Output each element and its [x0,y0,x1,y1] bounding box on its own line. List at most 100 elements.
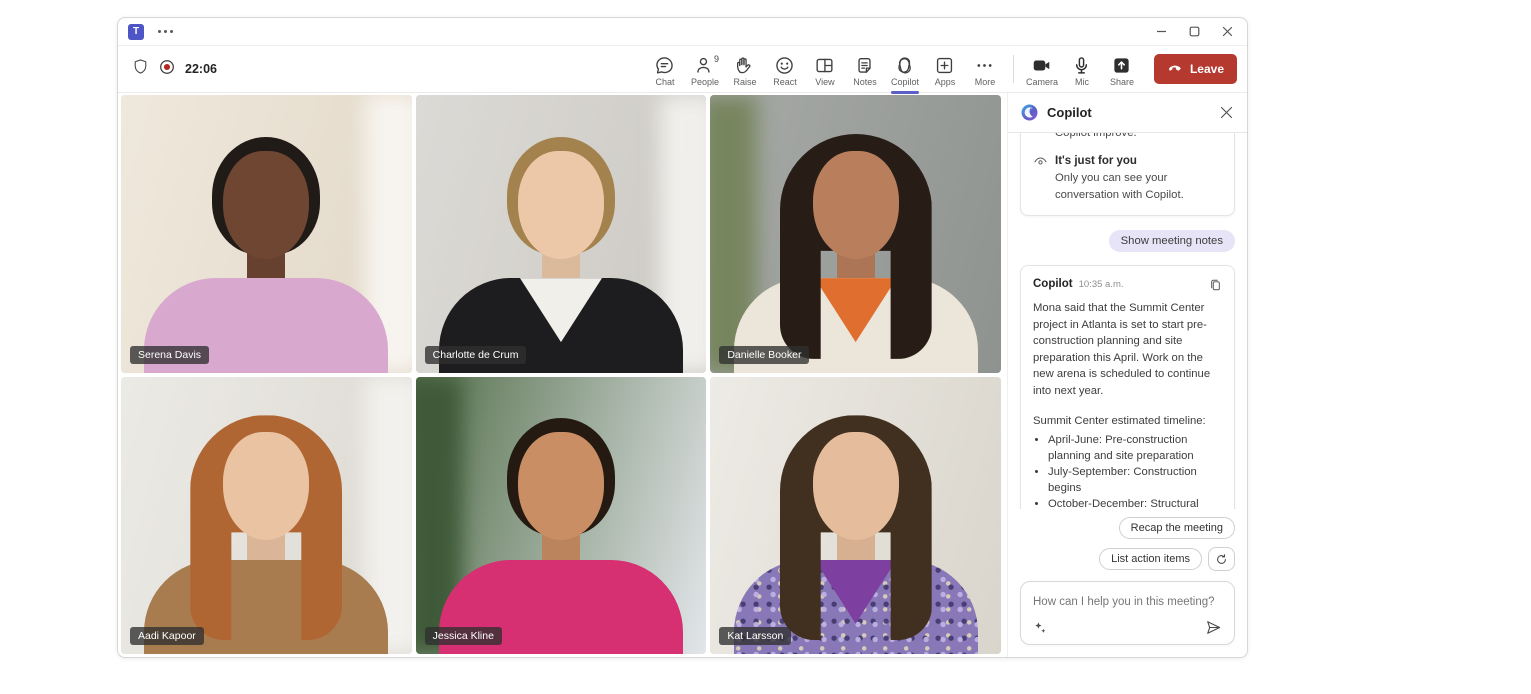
copilot-close-icon[interactable] [1220,106,1233,119]
video-tile-kat[interactable]: Kat Larsson [710,377,1001,655]
copilot-button[interactable]: Copilot [885,52,925,87]
recording-icon [158,58,176,81]
device-controls: Camera Mic Share [1022,52,1142,87]
copy-icon[interactable] [1209,278,1222,292]
participant-name-label: Charlotte de Crum [425,346,527,364]
chat-label: Chat [655,77,674,87]
person-head [518,432,604,540]
close-button[interactable] [1222,26,1233,37]
mic-button[interactable]: Mic [1062,52,1102,87]
suggestion-list-actions-button[interactable]: List action items [1099,548,1202,570]
more-label: More [975,77,996,87]
view-button[interactable]: View [805,52,845,87]
copilot-active-indicator [891,91,919,94]
copilot-panel: Copilot Copilot improve. It's just for y… [1007,93,1247,657]
apps-label: Apps [935,77,956,87]
minimize-button[interactable] [1156,26,1167,37]
refresh-suggestions-button[interactable] [1208,547,1235,571]
teams-meeting-window: 22:06 Chat 9 People Raise Re [117,17,1248,658]
copilot-panel-title: Copilot [1047,105,1092,120]
bullet-item: July-September: Construction begins [1048,464,1222,496]
person-head [518,151,604,259]
share-button[interactable]: Share [1102,52,1142,87]
video-tile-serena[interactable]: Serena Davis [121,95,412,373]
participant-figure [710,95,1001,373]
user-message-bubble: Show meeting notes [1109,230,1235,252]
video-tile-jessica[interactable]: Jessica Kline [416,377,707,655]
response-paragraph: Mona said that the Summit Center project… [1033,300,1222,399]
copilot-thread: Copilot improve. It's just for you Only … [1008,133,1247,509]
titlebar [118,18,1247,46]
response-timeline-heading: Summit Center estimated timeline: [1033,413,1222,429]
participant-name-label: Kat Larsson [719,627,791,645]
participant-name-label: Danielle Booker [719,346,809,364]
participant-figure [121,95,412,373]
suggestion-area: Recap the meeting List action items [1008,509,1247,577]
send-icon[interactable] [1205,619,1222,636]
react-button[interactable]: React [765,52,805,87]
share-label: Share [1110,77,1134,87]
video-grid: Serena Davis Charlotte de Crum [118,93,1007,657]
copilot-label: Copilot [891,77,919,87]
video-tile-charlotte[interactable]: Charlotte de Crum [416,95,707,373]
response-timestamp: 10:35 a.m. [1079,279,1124,290]
person-head [223,151,309,259]
participant-name-label: Serena Davis [130,346,209,364]
person-inner-shirt [520,278,602,342]
eye-icon [1033,153,1048,203]
privacy-body: Only you can see your conversation with … [1055,170,1222,203]
leave-button[interactable]: Leave [1154,54,1237,84]
participant-figure [710,377,1001,655]
copilot-panel-header: Copilot [1008,93,1247,133]
screenshot-canvas: 22:06 Chat 9 People Raise Re [0,0,1531,694]
notes-button[interactable]: Notes [845,52,885,87]
people-count-badge: 9 [714,54,719,64]
person-inner-shirt [815,560,897,624]
mic-label: Mic [1075,77,1089,87]
raise-label: Raise [733,77,756,87]
participant-figure [416,95,707,373]
meeting-status: 22:06 [132,58,217,81]
raise-hand-button[interactable]: Raise [725,52,765,87]
react-label: React [773,77,797,87]
maximize-button[interactable] [1189,26,1200,37]
video-tile-aadi[interactable]: Aadi Kapoor [121,377,412,655]
copilot-logo-icon [1020,103,1039,122]
person-head [813,151,899,259]
apps-button[interactable]: Apps [925,52,965,87]
teams-logo-icon [128,24,144,40]
camera-button[interactable]: Camera [1022,52,1062,87]
camera-label: Camera [1026,77,1058,87]
response-author: Copilot [1033,278,1073,290]
person-head [223,432,309,540]
notes-label: Notes [853,77,877,87]
participant-name-label: Jessica Kline [425,627,502,645]
meeting-toolbar: 22:06 Chat 9 People Raise Re [118,46,1247,93]
person-head [813,432,899,540]
video-tile-danielle[interactable]: Danielle Booker [710,95,1001,373]
bullet-item: April-June: Pre-construction planning an… [1048,432,1222,464]
prompts-sparkle-icon[interactable] [1033,620,1048,635]
copilot-input[interactable] [1033,596,1222,608]
toolbar-divider [1013,55,1014,83]
chat-button[interactable]: Chat [645,52,685,87]
people-button[interactable]: 9 People [685,52,725,87]
window-controls [1156,26,1233,37]
meeting-timer: 22:06 [185,62,217,76]
copilot-response-card: Copilot 10:35 a.m. Mona said that the Su… [1020,265,1235,509]
privacy-title: It's just for you [1055,153,1222,169]
person-inner-shirt [815,278,897,342]
participant-figure [121,377,412,655]
response-bullet-list: April-June: Pre-construction planning an… [1048,432,1222,509]
more-button[interactable]: More [965,52,1005,87]
bullet-item: October-December: Structural work [1048,496,1222,509]
leave-label: Leave [1190,62,1224,76]
titlebar-more-icon[interactable] [158,30,173,33]
clipped-text: Copilot improve. [1055,133,1222,141]
copilot-privacy-card: Copilot improve. It's just for you Only … [1020,133,1235,216]
toolbar-actions: Chat 9 People Raise React View [645,52,1005,87]
suggestion-recap-button[interactable]: Recap the meeting [1119,517,1235,539]
copilot-input-card [1020,581,1235,645]
people-label: People [691,77,719,87]
hangup-icon [1167,60,1183,79]
